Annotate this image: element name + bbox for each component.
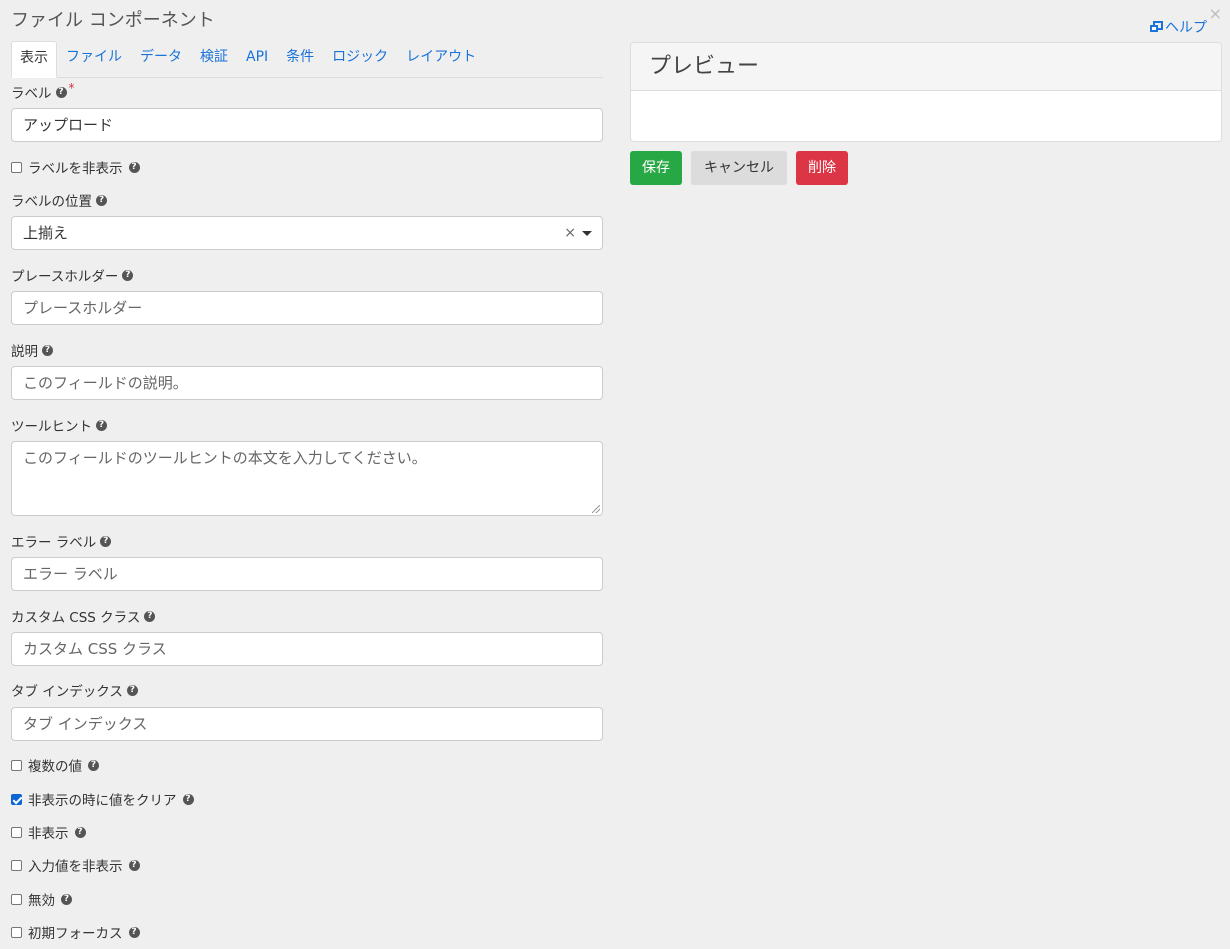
tabindex-input[interactable]: タブ インデックス [11, 707, 603, 741]
placeholder-label-text: プレースホルダー [11, 269, 119, 285]
label-label-text: ラベル [11, 86, 52, 102]
tab-data[interactable]: データ [131, 41, 191, 77]
help-question-icon: ? [96, 419, 107, 431]
label-position-value: 上揃え [23, 224, 69, 242]
clear-icon[interactable]: × [564, 217, 576, 249]
hidden-checkbox[interactable] [11, 826, 22, 838]
disabled-checkbox[interactable] [11, 893, 22, 905]
hide-label-checkbox[interactable] [11, 161, 22, 173]
clear-on-hide-checkbox-row[interactable]: 非表示の時に値をクリア ? [11, 789, 194, 809]
hidden-checkbox-row[interactable]: 非表示 ? [11, 822, 86, 842]
delete-button[interactable]: 削除 [796, 151, 848, 185]
help-question-icon: ? [55, 86, 67, 98]
tab-file[interactable]: ファイル [57, 41, 131, 77]
tab-logic[interactable]: ロジック [323, 41, 397, 77]
error-label-input[interactable]: エラー ラベル [11, 557, 603, 591]
help-question-icon: ? [122, 269, 134, 281]
description-label-text: 説明 [11, 344, 38, 360]
description-input[interactable]: このフィールドの説明。 [11, 366, 603, 400]
placeholder-input[interactable]: プレースホルダー [11, 291, 603, 325]
tabindex-text: タブ インデックス [11, 684, 123, 700]
help-question-icon: ? [100, 535, 112, 547]
clear-on-hide-checkbox[interactable] [11, 793, 22, 805]
help-question-icon: ? [74, 826, 86, 838]
tab-display[interactable]: 表示 [11, 41, 57, 78]
hidden-text: 非表示 [28, 826, 69, 842]
tooltip-placeholder: このフィールドのツールヒントの本文を入力してください。 [23, 449, 427, 467]
hide-label-text: ラベルを非表示 [28, 161, 123, 177]
disabled-text: 無効 [28, 893, 55, 909]
tab-conditional[interactable]: 条件 [277, 41, 323, 77]
autofocus-text: 初期フォーカス [28, 926, 123, 942]
resize-handle[interactable] [592, 505, 600, 513]
custom-class-label: カスタム CSS クラス ? [11, 606, 156, 626]
help-link-label: ヘルプ [1165, 20, 1207, 36]
external-window-icon [1149, 21, 1163, 33]
preview-panel: プレビュー [630, 42, 1222, 142]
required-marker: * [68, 81, 75, 95]
tabindex-label: タブ インデックス ? [11, 680, 138, 700]
close-icon[interactable]: × [1209, 6, 1222, 22]
description-label: 説明 ? [11, 340, 53, 360]
settings-panel: 表示 ファイル データ 検証 API 条件 ロジック レイアウト ラベル ? *… [11, 41, 603, 942]
tooltip-label: ツールヒント ? [11, 415, 107, 435]
help-question-icon: ? [128, 161, 140, 173]
multiple-checkbox-row[interactable]: 複数の値 ? [11, 755, 99, 775]
help-question-icon: ? [88, 759, 99, 771]
help-question-icon: ? [144, 610, 156, 622]
autofocus-checkbox-row[interactable]: 初期フォーカス ? [11, 922, 140, 942]
label-position-label: ラベルの位置 ? [11, 190, 107, 210]
tooltip-label-text: ツールヒント [11, 419, 92, 435]
label-position-text: ラベルの位置 [11, 194, 92, 210]
clear-on-hide-text: 非表示の時に値をクリア [28, 793, 177, 809]
preview-title: プレビュー [631, 43, 1221, 91]
multiple-checkbox[interactable] [11, 759, 22, 771]
save-button[interactable]: 保存 [630, 151, 682, 185]
placeholder-label: プレースホルダー ? [11, 265, 134, 285]
help-link[interactable]: ヘルプ [1149, 17, 1207, 37]
cancel-button[interactable]: キャンセル [691, 151, 787, 185]
tooltip-textarea[interactable]: このフィールドのツールヒントの本文を入力してください。 [11, 441, 603, 516]
help-question-icon: ? [128, 859, 140, 871]
help-question-icon: ? [42, 344, 53, 356]
mask-checkbox[interactable] [11, 859, 22, 871]
custom-class-input[interactable]: カスタム CSS クラス [11, 632, 603, 666]
help-question-icon: ? [61, 893, 72, 905]
custom-class-text: カスタム CSS クラス [11, 610, 141, 626]
label-input[interactable]: アップロード [11, 108, 603, 142]
autofocus-checkbox[interactable] [11, 926, 22, 938]
tab-api[interactable]: API [237, 41, 277, 77]
help-question-icon: ? [126, 684, 138, 696]
mask-checkbox-row[interactable]: 入力値を非表示 ? [11, 855, 140, 875]
tab-layout[interactable]: レイアウト [397, 41, 485, 77]
tab-validation[interactable]: 検証 [191, 41, 237, 77]
mask-text: 入力値を非表示 [28, 859, 123, 875]
error-label-text: エラー ラベル [11, 535, 97, 551]
label-position-select[interactable]: 上揃え × [11, 216, 603, 250]
hide-label-checkbox-row[interactable]: ラベルを非表示 ? [11, 157, 140, 177]
help-question-icon: ? [182, 793, 194, 805]
error-label-label: エラー ラベル ? [11, 531, 112, 551]
tab-bar: 表示 ファイル データ 検証 API 条件 ロジック レイアウト [11, 41, 603, 78]
help-question-icon: ? [128, 926, 140, 938]
caret-down-icon[interactable] [582, 231, 592, 236]
disabled-checkbox-row[interactable]: 無効 ? [11, 889, 72, 909]
help-question-icon: ? [96, 194, 107, 206]
dialog-title: ファイル コンポーネント [11, 10, 215, 31]
label-field-label: ラベル ? * [11, 81, 75, 102]
multiple-text: 複数の値 [28, 759, 82, 775]
